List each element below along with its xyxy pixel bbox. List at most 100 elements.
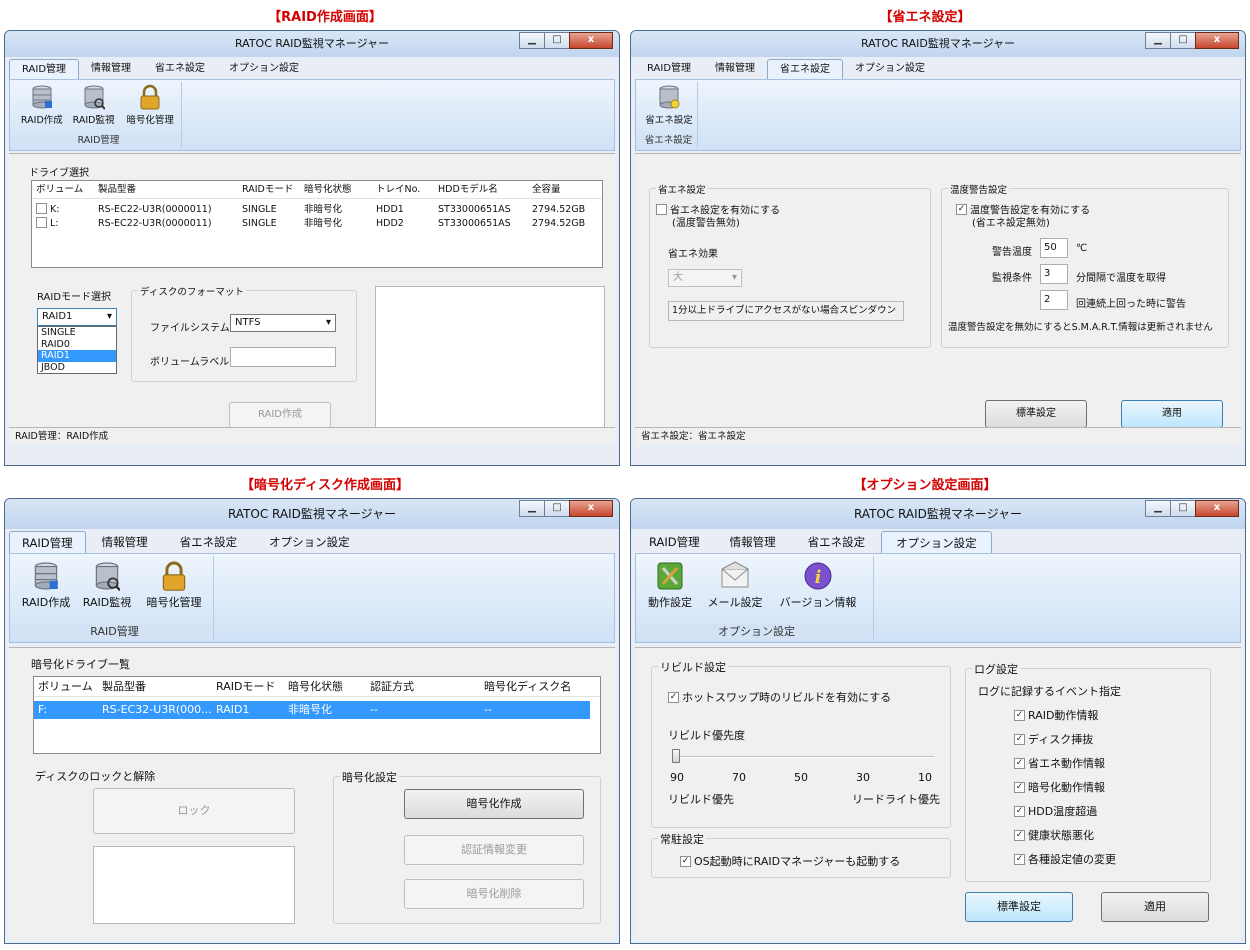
table-row-selected[interactable]: F: RS-EC32-U3R(000... RAID1 非暗号化 -- -- — [34, 701, 590, 719]
tab-raid[interactable]: RAID管理 — [9, 59, 80, 79]
tab-eco[interactable]: 省エネ設定 — [164, 531, 254, 551]
encrypt-drive-list[interactable]: ボリューム 製品型番 RAIDモード 暗号化状態 認証方式 暗号化ディスク名 F… — [33, 676, 601, 754]
startup-checkbox[interactable]: ✓ OS起動時にRAIDマネージャーも起動する — [680, 853, 900, 869]
log-event-checkbox[interactable]: ✓ 各種設定値の変更 — [1014, 851, 1116, 867]
tab-options[interactable]: オプション設定 — [217, 59, 311, 79]
col-auth[interactable]: 認証方式 — [366, 677, 480, 696]
eco-enable-checkbox[interactable]: 省エネ設定を有効にする (温度警告無効) — [656, 204, 780, 230]
minimize-button[interactable]: ▁ — [519, 500, 545, 517]
dropdown-option-selected[interactable]: RAID1 — [38, 350, 116, 362]
eco-setting-button[interactable]: 省エネ設定 — [640, 82, 698, 132]
close-button[interactable]: x — [1195, 500, 1239, 517]
col-model[interactable]: 製品型番 — [98, 677, 212, 696]
rebuild-priority-slider[interactable] — [672, 749, 934, 765]
tab-options[interactable]: オプション設定 — [843, 59, 937, 79]
checkbox[interactable]: ✓ — [680, 855, 691, 867]
row-checkbox[interactable] — [36, 203, 47, 214]
checkbox[interactable]: ✓ — [1014, 829, 1025, 841]
checkbox[interactable]: ✓ — [1014, 805, 1025, 817]
raid-create-button[interactable]: RAID作成 — [16, 82, 68, 132]
log-event-checkbox[interactable]: ✓ 暗号化動作情報 — [1014, 779, 1105, 795]
eco-effect-select[interactable]: 大 ▾ — [668, 269, 742, 287]
checkbox[interactable]: ✓ — [1014, 709, 1025, 721]
col-raid-mode[interactable]: RAIDモード — [238, 181, 300, 198]
tab-info[interactable]: 情報管理 — [714, 531, 792, 551]
col-capacity[interactable]: 全容量 — [528, 181, 598, 198]
tab-options[interactable]: オプション設定 — [881, 531, 992, 553]
col-volume[interactable]: ボリューム — [34, 677, 98, 696]
minimize-button[interactable]: ▁ — [1145, 500, 1171, 517]
log-event-checkbox[interactable]: ✓ HDD温度超過 — [1014, 803, 1097, 819]
maximize-button[interactable]: □ — [1170, 32, 1196, 49]
checkbox[interactable]: ✓ — [1014, 853, 1025, 865]
checkbox[interactable]: ✓ — [668, 691, 679, 703]
maximize-button[interactable]: □ — [544, 500, 570, 517]
col-encrypt[interactable]: 暗号化状態 — [300, 181, 372, 198]
col-hdd-model[interactable]: HDDモデル名 — [434, 181, 528, 198]
col-raid-mode[interactable]: RAIDモード — [212, 677, 284, 696]
col-disk-name[interactable]: 暗号化ディスク名 — [480, 677, 590, 696]
tab-info[interactable]: 情報管理 — [79, 59, 143, 79]
temp-enable-checkbox[interactable]: ✓ 温度警告設定を有効にする (省エネ設定無効) — [956, 204, 1090, 230]
raid-create-submit-button[interactable]: RAID作成 — [229, 402, 331, 428]
checkbox[interactable]: ✓ — [1014, 757, 1025, 769]
log-event-checkbox[interactable]: ✓ RAID動作情報 — [1014, 707, 1098, 723]
apply-button[interactable]: 適用 — [1121, 400, 1223, 428]
drive-list[interactable]: ボリューム 製品型番 RAIDモード 暗号化状態 トレイNo. HDDモデル名 … — [31, 180, 603, 268]
repeat-count-input[interactable]: 2 — [1040, 290, 1068, 310]
checkbox[interactable]: ✓ — [1014, 733, 1025, 745]
encrypt-manage-button[interactable]: 暗号化管理 — [138, 556, 210, 620]
raid-mode-select[interactable]: RAID1 ▾ — [37, 308, 117, 326]
tab-eco[interactable]: 省エネ設定 — [792, 531, 882, 551]
mail-setting-button[interactable]: メール設定 — [700, 556, 770, 620]
encrypt-create-button[interactable]: 暗号化作成 — [404, 789, 584, 819]
dropdown-option[interactable]: SINGLE — [38, 327, 116, 339]
tab-raid[interactable]: RAID管理 — [9, 531, 86, 553]
col-model[interactable]: 製品型番 — [94, 181, 238, 198]
tab-raid[interactable]: RAID管理 — [635, 59, 703, 79]
raid-monitor-button[interactable]: RAID監視 — [76, 556, 138, 620]
warn-temp-input[interactable]: 50 — [1040, 238, 1068, 258]
volume-label-input[interactable] — [230, 347, 336, 367]
log-event-checkbox[interactable]: ✓ 健康状態悪化 — [1014, 827, 1094, 843]
col-tray[interactable]: トレイNo. — [372, 181, 434, 198]
lock-button[interactable]: ロック — [93, 788, 295, 834]
close-button[interactable]: x — [1195, 32, 1239, 49]
row-checkbox[interactable] — [36, 217, 47, 228]
tab-info[interactable]: 情報管理 — [703, 59, 767, 79]
filesystem-select[interactable]: NTFS ▾ — [230, 314, 336, 332]
dropdown-option[interactable]: JBOD — [38, 362, 116, 374]
table-row[interactable]: L: RS-EC22-U3R(0000011) SINGLE 非暗号化 HDD2 ST3… — [32, 217, 602, 231]
default-settings-button[interactable]: 標準設定 — [965, 892, 1073, 922]
log-event-checkbox[interactable]: ✓ 省エネ動作情報 — [1014, 755, 1105, 771]
apply-button[interactable]: 適用 — [1101, 892, 1209, 922]
maximize-button[interactable]: □ — [544, 32, 570, 49]
dropdown-option[interactable]: RAID0 — [38, 339, 116, 351]
tab-eco[interactable]: 省エネ設定 — [767, 59, 844, 79]
tab-raid[interactable]: RAID管理 — [635, 531, 714, 551]
auth-change-button[interactable]: 認証情報変更 — [404, 835, 584, 865]
col-encrypt[interactable]: 暗号化状態 — [284, 677, 366, 696]
minimize-button[interactable]: ▁ — [1145, 32, 1171, 49]
checkbox[interactable]: ✓ — [956, 204, 967, 215]
tab-eco[interactable]: 省エネ設定 — [143, 59, 217, 79]
tab-info[interactable]: 情報管理 — [86, 531, 164, 551]
maximize-button[interactable]: □ — [1170, 500, 1196, 517]
hotswap-rebuild-checkbox[interactable]: ✓ ホットスワップ時のリビルドを有効にする — [668, 689, 891, 705]
col-volume[interactable]: ボリューム — [32, 181, 94, 198]
log-event-checkbox[interactable]: ✓ ディスク挿抜 — [1014, 731, 1093, 747]
raid-create-button[interactable]: RAID作成 — [16, 556, 76, 620]
behavior-setting-button[interactable]: 動作設定 — [640, 556, 700, 620]
raid-mode-dropdown[interactable]: SINGLE RAID0 RAID1 JBOD — [37, 326, 117, 374]
checkbox[interactable]: ✓ — [1014, 781, 1025, 793]
encrypt-manage-button[interactable]: 暗号化管理 — [119, 82, 181, 132]
version-info-button[interactable]: i バージョン情報 — [770, 556, 866, 620]
close-button[interactable]: x — [569, 500, 613, 517]
default-settings-button[interactable]: 標準設定 — [985, 400, 1087, 428]
encrypt-delete-button[interactable]: 暗号化削除 — [404, 879, 584, 909]
table-row[interactable]: K: RS-EC22-U3R(0000011) SINGLE 非暗号化 HDD1 ST3… — [32, 203, 602, 217]
tab-options[interactable]: オプション設定 — [253, 531, 366, 551]
monitor-interval-input[interactable]: 3 — [1040, 264, 1068, 284]
close-button[interactable]: x — [569, 32, 613, 49]
raid-monitor-button[interactable]: RAID監視 — [68, 82, 120, 132]
